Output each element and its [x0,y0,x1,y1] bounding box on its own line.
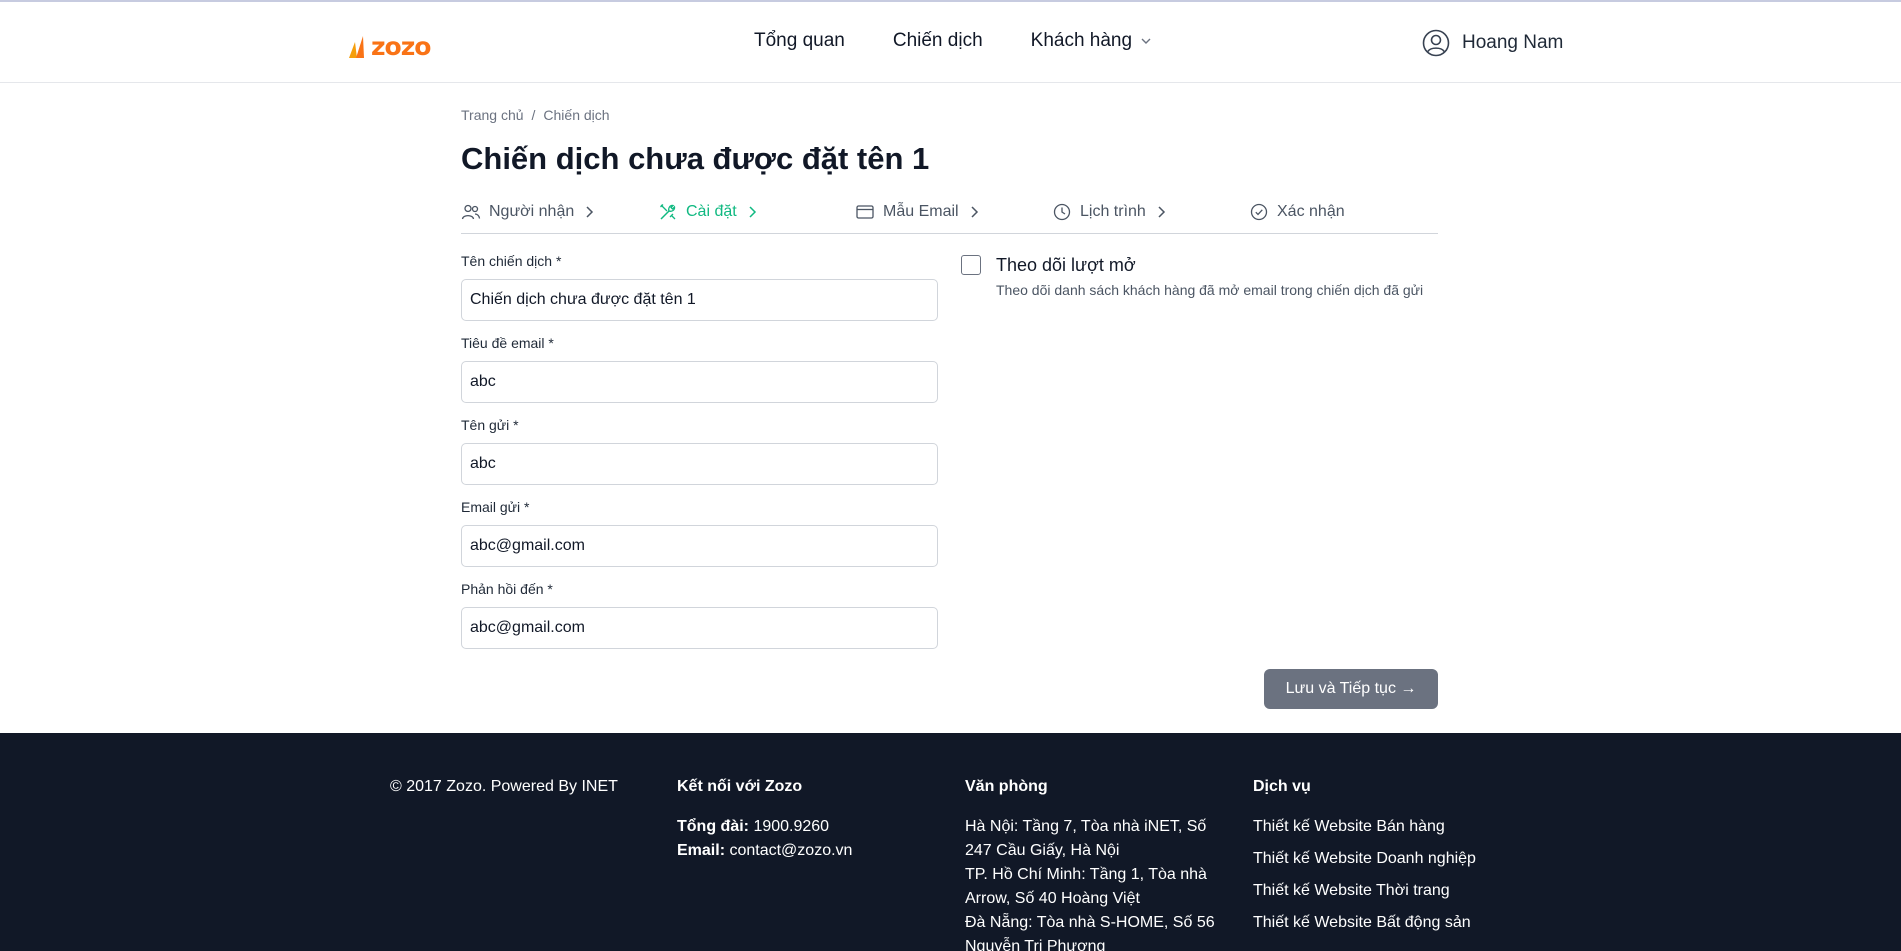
email-subject-label: Tiêu đề email * [461,335,554,351]
breadcrumb: Trang chủ / Chiến dịch [461,107,610,123]
reply-to-label: Phản hồi đến * [461,581,553,597]
footer-connect-heading: Kết nối với Zozo [677,778,803,795]
footer-services-heading: Dịch vụ [1253,778,1311,795]
step-email-template[interactable]: Mẫu Email [855,202,981,222]
track-opens-description: Theo dõi danh sách khách hàng đã mở emai… [996,282,1424,298]
footer-service-link[interactable]: Thiết kế Website Doanh nghiệp [1253,847,1476,871]
reply-to-input[interactable] [461,607,938,649]
step-recipients[interactable]: Người nhận [461,202,596,222]
sender-name-field: Tên gửi * [461,416,938,485]
site-footer: © 2017 Zozo. Powered By INET Kết nối với… [0,733,1901,951]
logo-text: zozo [371,32,431,61]
breadcrumb-current[interactable]: Chiến dịch [543,107,609,123]
nav-customers-label: Khách hàng [1030,30,1133,51]
save-continue-button[interactable]: Lưu và Tiếp tục → [1264,669,1438,709]
sender-email-field: Email gửi * [461,498,938,567]
footer-email-label: Email: [677,842,726,859]
footer-office-heading: Văn phòng [965,778,1048,795]
page-title: Chiến dịch chưa được đặt tên 1 [461,141,930,176]
chevron-right-icon [586,206,594,218]
nav-overview[interactable]: Tổng quan [754,30,845,52]
footer-phone-label: Tổng đài: [677,818,749,835]
reply-to-field: Phản hồi đến * [461,580,938,649]
breadcrumb-home[interactable]: Trang chủ [461,107,524,123]
user-menu[interactable]: Hoang Nam [1422,29,1563,57]
nav-campaigns[interactable]: Chiến dịch [893,30,983,52]
chevron-down-icon [1141,38,1151,44]
sender-name-label: Tên gửi * [461,417,519,433]
logo-leaf-icon [347,34,371,60]
check-circle-icon [1250,203,1268,221]
footer-service-link[interactable]: Thiết kế Website Thời trang [1253,879,1476,903]
track-opens-option: Theo dõi lượt mở Theo dõi danh sách khác… [961,254,1423,298]
campaign-name-field: Tên chiến dịch * [461,252,938,321]
chevron-right-icon [749,206,756,218]
step-recipients-label: Người nhận [489,203,575,220]
footer-services-col: Dịch vụ Thiết kế Website Bán hàng Thiết … [1253,775,1476,943]
step-schedule[interactable]: Lịch trình [1052,202,1168,222]
tools-icon [660,204,676,220]
step-email-template-label: Mẫu Email [883,203,959,220]
main-nav: Tổng quan Chiến dịch Khách hàng [754,30,1152,52]
footer-copyright-col: © 2017 Zozo. Powered By INET [390,775,618,799]
footer-office-line: Nguyễn Tri Phương [965,938,1106,951]
chevron-right-icon [971,206,978,218]
campaign-name-input[interactable] [461,279,938,321]
track-opens-title[interactable]: Theo dõi lượt mở [996,254,1423,276]
footer-email: Email: contact@zozo.vn [677,839,852,863]
sender-email-label: Email gửi * [461,499,530,515]
step-settings[interactable]: Cài đặt [658,202,759,222]
campaign-name-label: Tên chiến dịch * [461,253,562,269]
footer-service-link[interactable]: Thiết kế Website Bất động sản [1253,911,1476,935]
footer-phone: Tổng đài: 1900.9260 [677,815,852,839]
footer-office-line: Đà Nẵng: Tòa nhà S-HOME, Số 56 [965,914,1215,931]
step-schedule-label: Lịch trình [1080,203,1146,220]
footer-email-value[interactable]: contact@zozo.vn [729,842,852,859]
user-name: Hoang Nam [1462,32,1564,53]
nav-customers[interactable]: Khách hàng [1031,30,1152,52]
nav-overview-label: Tổng quan [754,30,845,51]
user-avatar-icon [1422,29,1450,57]
clock-icon [1053,203,1071,221]
footer-service-link[interactable]: Thiết kế Website Bán hàng [1253,815,1476,839]
footer-office-line: Arrow, Số 40 Hoàng Việt [965,890,1140,907]
top-header: zozo Tổng quan Chiến dịch Khách hàng Hoa… [0,2,1901,83]
chevron-right-icon [1158,206,1165,218]
email-subject-field: Tiêu đề email * [461,334,938,403]
users-icon [461,204,481,220]
footer-office-line: Hà Nội: Tầng 7, Tòa nhà iNET, Số [965,818,1207,835]
nav-campaigns-label: Chiến dịch [892,30,983,51]
sender-name-input[interactable] [461,443,938,485]
zozo-logo[interactable]: zozo [347,28,431,61]
footer-office-line: 247 Cầu Giấy, Hà Nội [965,842,1120,859]
footer-office-col: Văn phòng Hà Nội: Tầng 7, Tòa nhà iNET, … [965,775,1215,951]
footer-phone-value[interactable]: 1900.9260 [753,818,829,835]
step-settings-label: Cài đặt [686,203,737,220]
step-confirm-label: Xác nhận [1277,203,1345,220]
track-opens-checkbox[interactable] [961,255,981,275]
email-subject-input[interactable] [461,361,938,403]
window-icon [856,205,874,219]
step-confirm[interactable]: Xác nhận [1249,202,1345,222]
footer-copyright: © 2017 Zozo. Powered By INET [390,778,618,795]
campaign-steps: Người nhận Cài đặt Mẫu Email Lịch trình … [461,200,1438,234]
footer-office-line: TP. Hồ Chí Minh: Tầng 1, Tòa nhà [965,866,1207,883]
breadcrumb-separator: / [531,107,536,123]
sender-email-input[interactable] [461,525,938,567]
footer-connect-col: Kết nối với Zozo Tổng đài: 1900.9260 Ema… [677,775,852,863]
